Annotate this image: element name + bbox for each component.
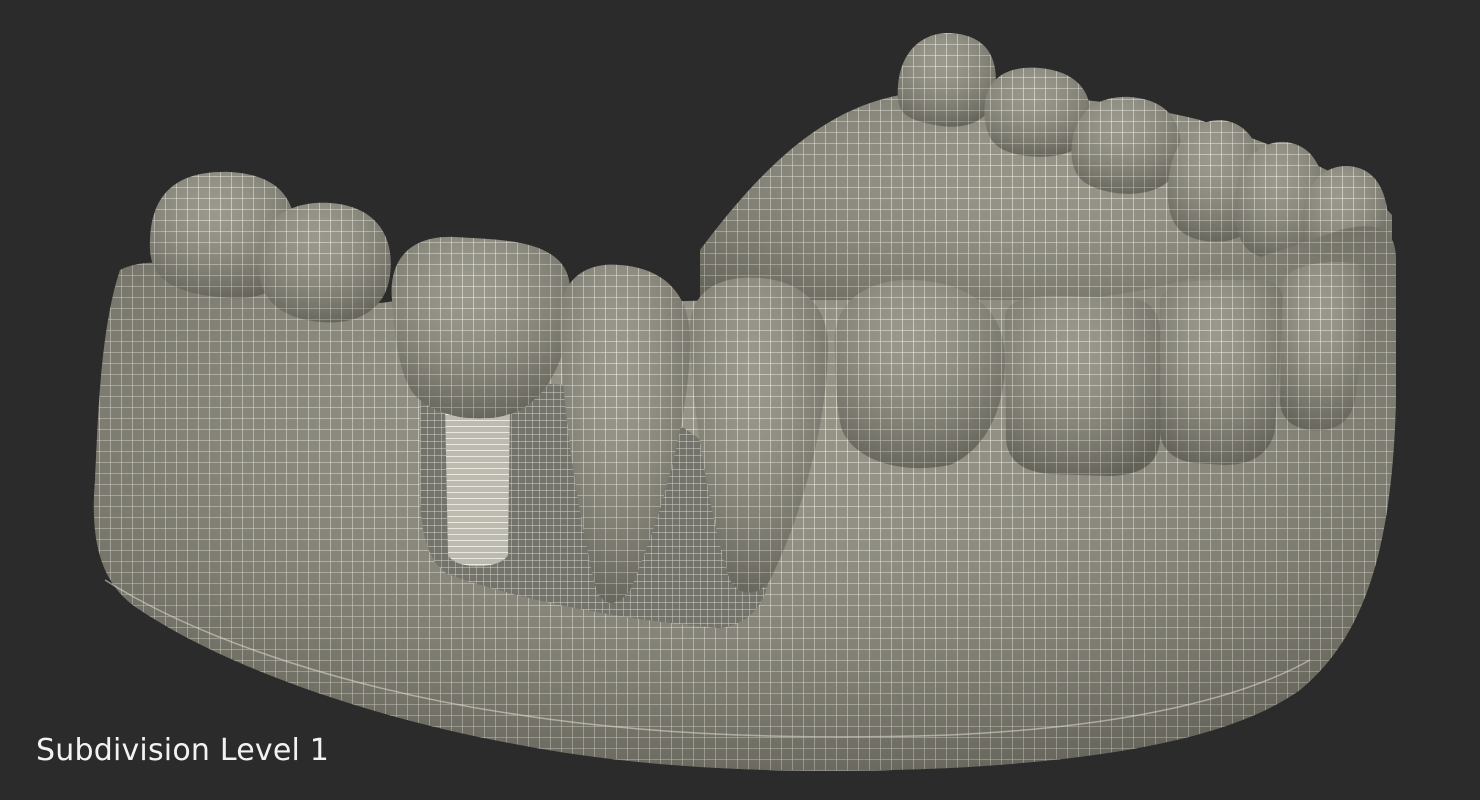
- render-viewport: Subdivision Level 1: [0, 0, 1480, 800]
- jaw-model-render: [93, 32, 1396, 771]
- subdivision-level-caption: Subdivision Level 1: [36, 733, 330, 768]
- implant-screw: [445, 405, 510, 567]
